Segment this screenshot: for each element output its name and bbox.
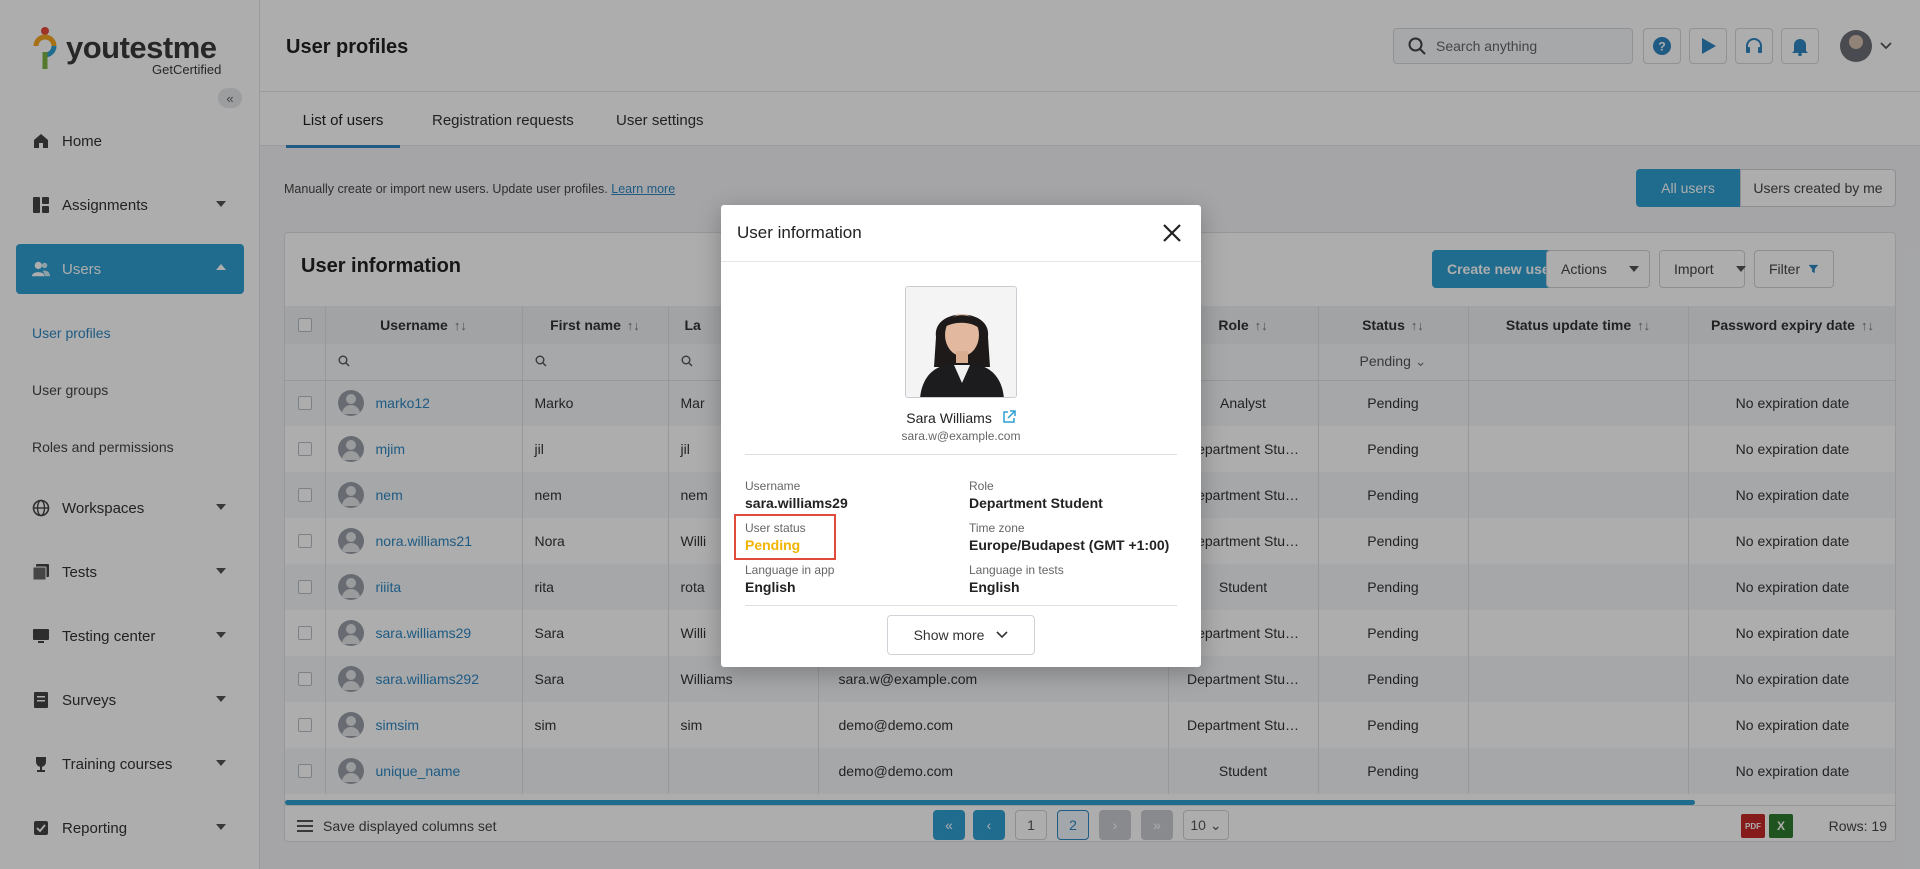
external-link-icon[interactable] bbox=[1002, 410, 1016, 424]
profile-photo bbox=[905, 286, 1017, 398]
show-more-label: Show more bbox=[913, 627, 985, 643]
chevron-down-icon bbox=[996, 631, 1008, 639]
dialog-header: User information bbox=[721, 205, 1201, 262]
divider bbox=[745, 605, 1177, 606]
divider bbox=[745, 454, 1177, 455]
profile-photo-image bbox=[906, 287, 1016, 397]
user-information-dialog: User information Sara Williams sara.w@ex… bbox=[721, 205, 1201, 667]
language-app-value: English bbox=[745, 579, 796, 595]
time-zone-value: Europe/Budapest (GMT +1:00) bbox=[969, 537, 1170, 553]
language-app-field: Language in app English bbox=[745, 563, 834, 595]
language-tests-field: Language in tests English bbox=[969, 563, 1064, 595]
time-zone-field: Time zone Europe/Budapest (GMT +1:00) bbox=[969, 521, 1169, 553]
username-label: Username bbox=[745, 479, 801, 493]
profile-name: Sara Williams bbox=[721, 410, 1201, 426]
language-tests-value: English bbox=[969, 579, 1020, 595]
language-app-label: Language in app bbox=[745, 563, 835, 577]
username-value: sara.williams29 bbox=[745, 495, 848, 511]
username-field: Username sara.williams29 bbox=[745, 479, 848, 511]
time-zone-label: Time zone bbox=[969, 521, 1025, 535]
role-value: Department Student bbox=[969, 495, 1103, 511]
profile-email: sara.w@example.com bbox=[901, 429, 1021, 443]
user-status-highlight bbox=[734, 514, 836, 560]
dialog-title: User information bbox=[737, 223, 862, 242]
language-tests-label: Language in tests bbox=[969, 563, 1064, 577]
show-more-button[interactable]: Show more bbox=[887, 615, 1035, 655]
close-icon[interactable] bbox=[1161, 222, 1183, 244]
profile-name-text: Sara Williams bbox=[906, 410, 992, 426]
role-label: Role bbox=[969, 479, 994, 493]
role-field: Role Department Student bbox=[969, 479, 1103, 511]
